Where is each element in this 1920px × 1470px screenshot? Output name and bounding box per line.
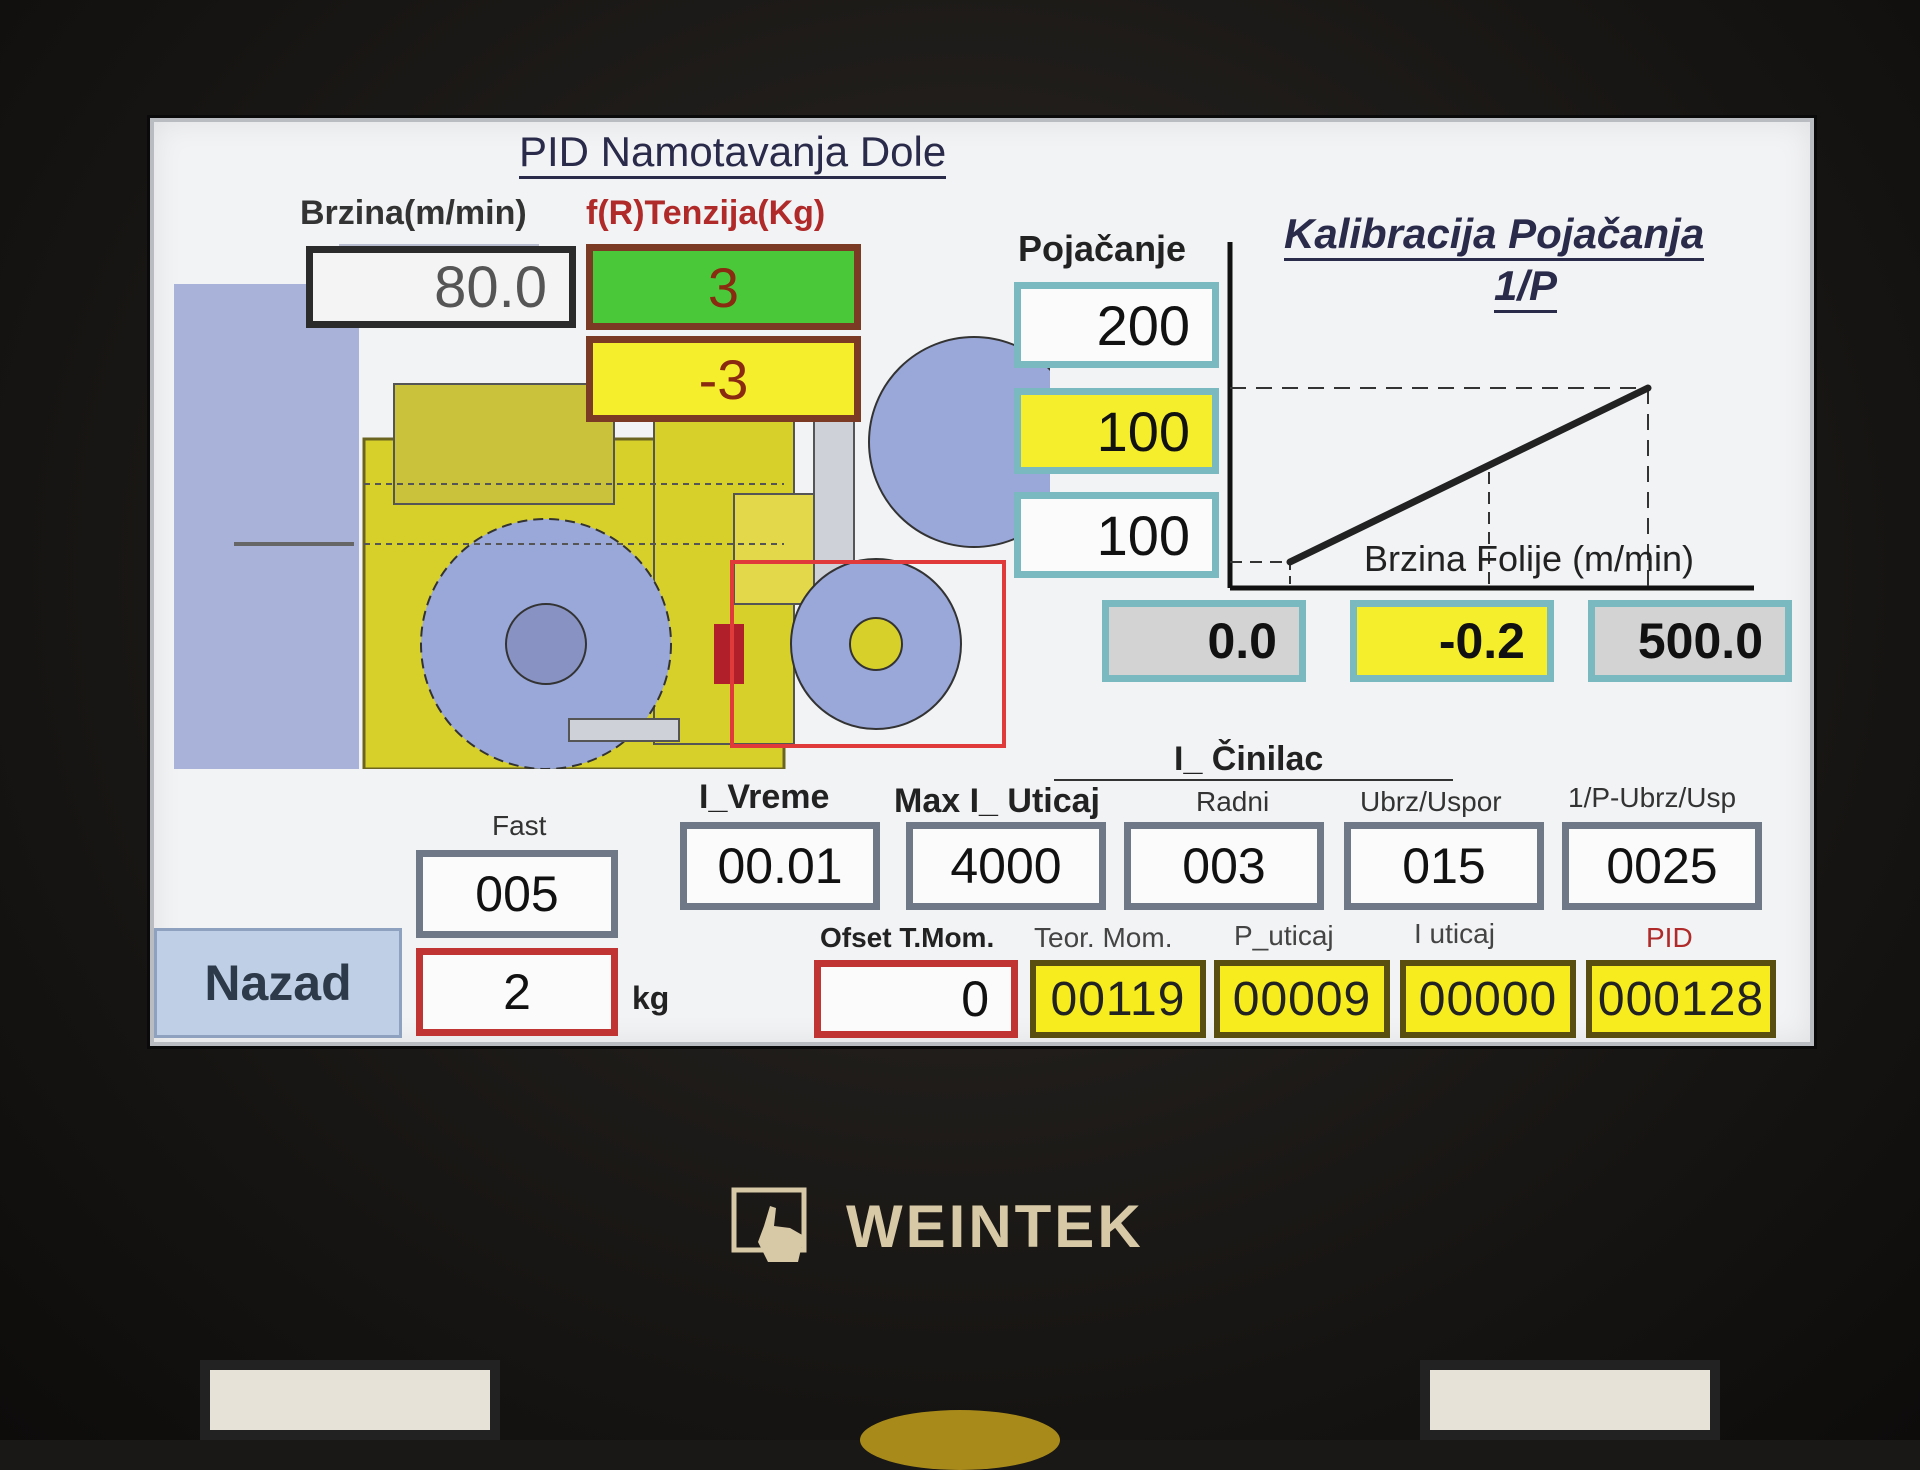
p-ubrz-usp-label: 1/P-Ubrz/Usp xyxy=(1568,782,1737,813)
pid-display: 000128 xyxy=(1586,960,1776,1038)
status-led xyxy=(860,1410,1060,1470)
speed-point-min[interactable]: 0.0 xyxy=(1102,600,1306,682)
speed-label: Brzina(m/min) xyxy=(300,194,527,232)
back-button-label: Nazad xyxy=(204,955,352,1011)
i-vreme-label: I_Vreme xyxy=(699,778,830,816)
hmi-screen: PID Namotavanja Dole Brzina(m/min) f(R)T… xyxy=(150,118,1814,1046)
calibration-xlabel: Brzina Folije (m/min) xyxy=(1364,538,1695,579)
speed-point-max[interactable]: 500.0 xyxy=(1588,600,1792,682)
p-uticaj-display: 00009 xyxy=(1214,960,1390,1038)
back-button[interactable]: Nazad xyxy=(154,928,402,1038)
winder-highlight xyxy=(730,560,1006,748)
p-uticaj-label: P_uticaj xyxy=(1234,920,1334,951)
ofset-input[interactable]: 0 xyxy=(814,960,1018,1038)
tension-offset-display: -3 xyxy=(586,336,861,422)
weight-unit: kg xyxy=(632,980,670,1016)
gain-label: Pojačanje xyxy=(1018,228,1187,269)
ubrz-uspor-label: Ubrz/Uspor xyxy=(1360,786,1502,817)
pid-label: PID xyxy=(1646,922,1693,953)
hardware-button-left[interactable] xyxy=(200,1360,500,1440)
i-vreme-input[interactable]: 00.01 xyxy=(680,822,880,910)
tension-display: 3 xyxy=(586,244,861,330)
tension-label: f(R)Tenzija(Kg) xyxy=(586,194,826,232)
fast-input[interactable]: 005 xyxy=(416,850,618,938)
ubrz-uspor-input[interactable]: 015 xyxy=(1344,822,1544,910)
gain-input-mid[interactable]: 100 xyxy=(1014,388,1219,474)
cinilac-title: I_ Činilac xyxy=(1054,740,1454,781)
max-i-uticaj-input[interactable]: 4000 xyxy=(906,822,1106,910)
hand-pointer-icon xyxy=(731,1187,807,1262)
page-title: PID Namotavanja Dole xyxy=(519,128,947,179)
speed-display: 80.0 xyxy=(306,246,576,328)
gain-input-high[interactable]: 200 xyxy=(1014,282,1219,368)
p-ubrz-usp-input[interactable]: 0025 xyxy=(1562,822,1762,910)
i-uticaj-display: 00000 xyxy=(1400,960,1576,1038)
fast-label: Fast xyxy=(492,810,547,841)
radni-label: Radni xyxy=(1196,786,1270,817)
radni-input[interactable]: 003 xyxy=(1124,822,1324,910)
ofset-label: Ofset T.Mom. xyxy=(820,922,995,953)
speed-point-mid[interactable]: -0.2 xyxy=(1350,600,1554,682)
teor-label: Teor. Mom. xyxy=(1034,922,1173,953)
i-uticaj-label: I uticaj xyxy=(1414,918,1495,949)
hardware-button-right[interactable] xyxy=(1420,1360,1720,1440)
max-i-uticaj-label: Max I_ Uticaj xyxy=(894,782,1100,820)
teor-mom-display: 00119 xyxy=(1030,960,1206,1038)
brand-name: WEINTEK xyxy=(846,1192,1144,1260)
brand-logo: WEINTEK xyxy=(730,1186,1144,1266)
gain-input-low[interactable]: 100 xyxy=(1014,492,1219,578)
weight-input[interactable]: 2 xyxy=(416,948,618,1036)
